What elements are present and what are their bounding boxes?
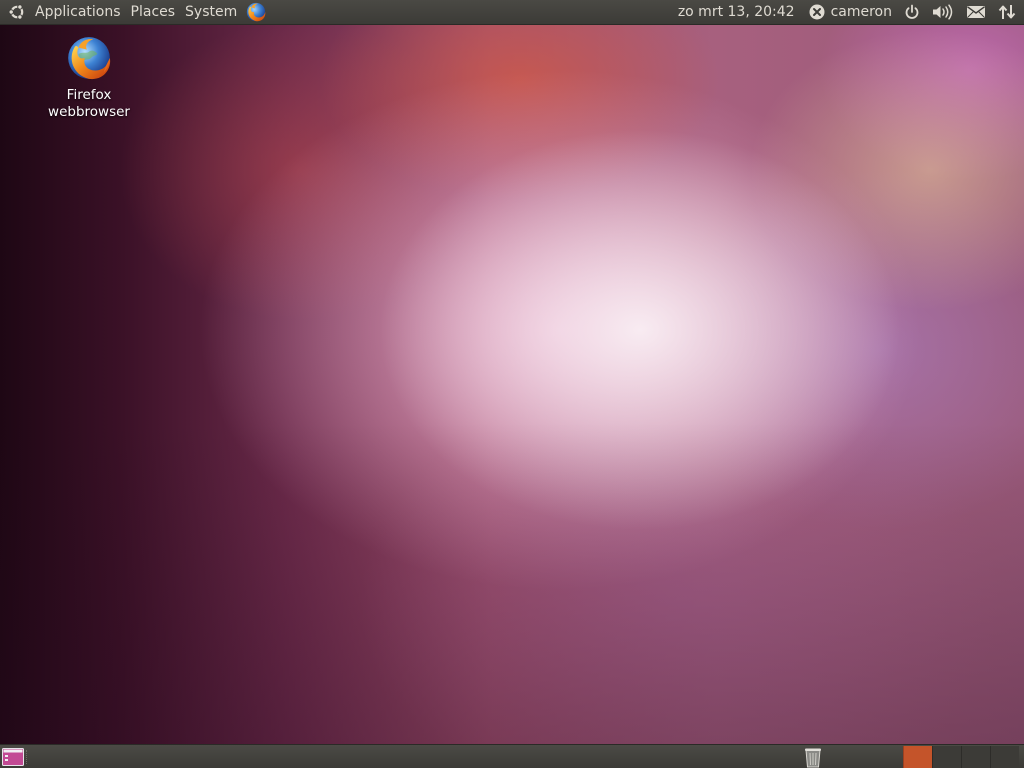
power-icon (905, 4, 919, 19)
panel-handle[interactable] (26, 750, 29, 764)
show-desktop-button[interactable] (2, 748, 24, 766)
show-desktop-icon (2, 748, 24, 766)
user-menu[interactable]: cameron (803, 0, 898, 24)
workspace-1[interactable] (903, 746, 932, 768)
workspace-3[interactable] (961, 746, 990, 768)
mail-icon (967, 6, 985, 18)
system-tray: zo mrt 13, 20:42 cameron (672, 0, 1024, 24)
clock[interactable]: zo mrt 13, 20:42 (672, 0, 803, 24)
firefox-icon (68, 37, 111, 80)
volume-icon (933, 4, 953, 20)
system-menu[interactable]: System (180, 0, 242, 24)
places-menu[interactable]: Places (126, 0, 181, 24)
user-status-icon (809, 4, 825, 20)
firefox-icon (247, 2, 266, 22)
trash-icon (805, 748, 821, 768)
workspace-switcher (903, 746, 1019, 768)
desktop-icon-firefox[interactable]: Firefox webbrowser (40, 33, 138, 121)
mail-button[interactable] (960, 0, 992, 24)
workspace-4[interactable] (990, 746, 1019, 768)
volume-button[interactable] (926, 0, 960, 24)
desktop-icon-label: Firefox webbrowser (48, 87, 130, 120)
workspace-2[interactable] (932, 746, 961, 768)
ubuntu-logo-icon[interactable] (0, 0, 30, 24)
firefox-launcher[interactable] (242, 0, 270, 24)
bottom-panel (0, 744, 1024, 768)
top-panel: Applications Places System zo mrt 13, 20… (0, 0, 1024, 25)
desktop-screen: Applications Places System zo mrt 13, 20… (0, 0, 1024, 768)
network-button[interactable] (992, 0, 1022, 24)
power-button[interactable] (898, 0, 926, 24)
applications-menu[interactable]: Applications (30, 0, 126, 24)
network-icon (998, 5, 1016, 19)
user-name: cameron (830, 4, 892, 20)
trash-button[interactable] (802, 746, 824, 768)
main-menu: Applications Places System (0, 0, 270, 24)
